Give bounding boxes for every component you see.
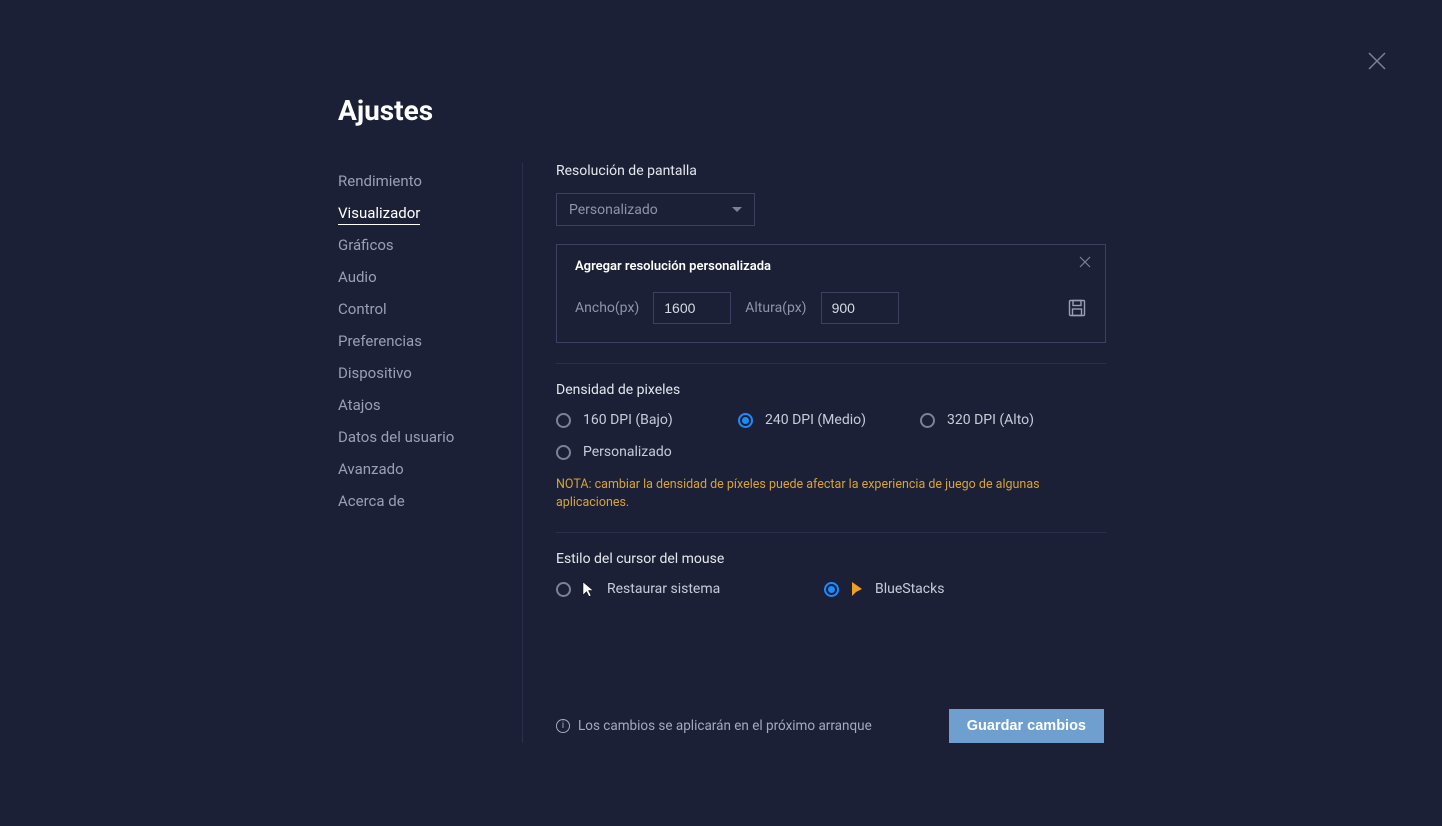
sidebar-item-rendimiento[interactable]: Rendimiento: [338, 165, 522, 197]
sidebar-item-label: Dispositivo: [338, 364, 412, 382]
radio-label: 160 DPI (Bajo): [583, 412, 673, 428]
radio-icon: [824, 582, 839, 597]
sidebar-item-label: Avanzado: [338, 460, 404, 478]
sidebar-item-control[interactable]: Control: [338, 293, 522, 325]
resolution-select[interactable]: Personalizado: [556, 193, 755, 226]
radio-icon: [920, 413, 935, 428]
main-panel: Resolución de pantalla Personalizado Agr…: [522, 163, 1106, 743]
divider: [556, 532, 1106, 533]
sidebar-item-label: Gráficos: [338, 236, 394, 254]
chevron-down-icon: [732, 207, 742, 212]
sidebar-item-label: Visualizador: [338, 204, 420, 225]
info-icon: i: [556, 719, 570, 733]
density-radio[interactable]: 160 DPI (Bajo): [556, 412, 738, 428]
radio-icon: [556, 413, 571, 428]
sidebar-item-label: Datos del usuario: [338, 428, 454, 446]
density-radio[interactable]: 320 DPI (Alto): [920, 412, 1102, 428]
sidebar-item-audio[interactable]: Audio: [338, 261, 522, 293]
radio-icon: [556, 582, 571, 597]
save-resolution-icon[interactable]: [1067, 298, 1087, 318]
sidebar-item-avanzado[interactable]: Avanzado: [338, 453, 522, 485]
cursor-title: Estilo del cursor del mouse: [556, 551, 1106, 567]
sidebar-item-label: Audio: [338, 268, 377, 286]
radio-label: 320 DPI (Alto): [947, 412, 1034, 428]
radio-label: BlueStacks: [875, 581, 944, 597]
density-note: NOTA: cambiar la densidad de píxeles pue…: [556, 476, 1106, 512]
sidebar-item-datos-del-usuario[interactable]: Datos del usuario: [338, 421, 522, 453]
sidebar-item-gráficos[interactable]: Gráficos: [338, 229, 522, 261]
restart-note: i Los cambios se aplicarán en el próximo…: [556, 718, 872, 734]
cursor-radio[interactable]: BlueStacks: [824, 581, 1006, 597]
restart-note-text: Los cambios se aplicarán en el próximo a…: [578, 718, 872, 734]
page-title: Ajustes: [338, 94, 1442, 127]
footer: i Los cambios se aplicarán en el próximo…: [556, 709, 1104, 743]
save-button[interactable]: Guardar cambios: [949, 709, 1104, 743]
radio-label: Restaurar sistema: [607, 581, 720, 597]
sidebar-item-preferencias[interactable]: Preferencias: [338, 325, 522, 357]
divider: [556, 363, 1106, 364]
radio-label: Personalizado: [583, 444, 672, 460]
density-radio[interactable]: 240 DPI (Medio): [738, 412, 920, 428]
resolution-selected: Personalizado: [569, 202, 658, 218]
radio-label: 240 DPI (Medio): [765, 412, 866, 428]
resolution-title: Resolución de pantalla: [556, 163, 1106, 179]
density-title: Densidad de pixeles: [556, 382, 1106, 398]
height-input[interactable]: [821, 292, 899, 324]
cursor-radio[interactable]: Restaurar sistema: [556, 581, 824, 597]
sidebar-item-label: Atajos: [338, 396, 381, 414]
cursor-icon: [581, 581, 597, 597]
close-custom-resolution-icon[interactable]: [1079, 255, 1091, 271]
height-label: Altura(px): [745, 300, 806, 316]
sidebar-item-atajos[interactable]: Atajos: [338, 389, 522, 421]
sidebar-item-dispositivo[interactable]: Dispositivo: [338, 357, 522, 389]
custom-resolution-box: Agregar resolución personalizada Ancho(p…: [556, 244, 1106, 343]
radio-icon: [738, 413, 753, 428]
density-radio[interactable]: Personalizado: [556, 444, 738, 460]
cursor-icon: [849, 581, 865, 597]
custom-resolution-title: Agregar resolución personalizada: [575, 259, 1087, 274]
width-label: Ancho(px): [575, 300, 639, 316]
sidebar-item-label: Control: [338, 300, 387, 318]
sidebar-item-visualizador[interactable]: Visualizador: [338, 197, 522, 229]
sidebar-item-label: Preferencias: [338, 332, 422, 350]
sidebar-item-acerca-de[interactable]: Acerca de: [338, 485, 522, 517]
sidebar-item-label: Acerca de: [338, 492, 405, 510]
radio-icon: [556, 445, 571, 460]
sidebar-item-label: Rendimiento: [338, 172, 422, 190]
width-input[interactable]: [653, 292, 731, 324]
sidebar: Rendimiento Visualizador Gráficos Audio Cont…: [338, 163, 522, 743]
